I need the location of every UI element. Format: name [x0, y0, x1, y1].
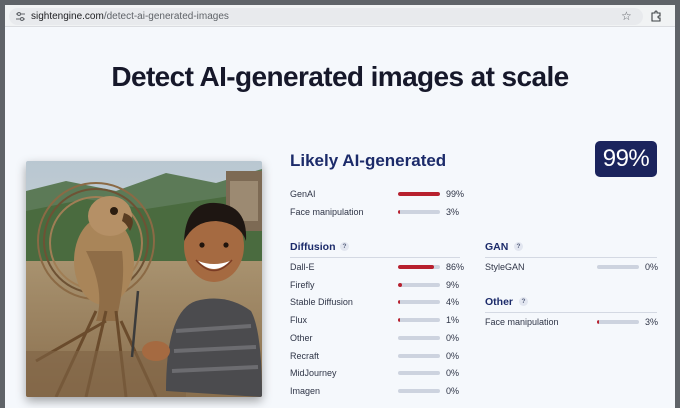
- star-icon[interactable]: ☆: [621, 9, 632, 24]
- score-row: StyleGAN 0%: [485, 261, 675, 273]
- score-row: Imagen 0%: [290, 385, 476, 397]
- url-text[interactable]: sightengine.com/detect-ai-generated-imag…: [31, 10, 229, 23]
- score-bar: [398, 318, 440, 323]
- section-title-other: Other: [485, 296, 514, 308]
- score-row-label: GenAI: [290, 189, 316, 199]
- score-bar-fill: [398, 265, 435, 269]
- score-bar: [398, 300, 440, 305]
- browser-toolbar: sightengine.com/detect-ai-generated-imag…: [5, 5, 675, 27]
- section-title-diffusion: Diffusion: [290, 241, 336, 253]
- score-row-percent: 0%: [446, 385, 460, 396]
- score-row-label: Firefly: [290, 279, 315, 290]
- score-row: GenAI 99%: [290, 188, 476, 200]
- score-bar: [398, 265, 440, 269]
- score-bar-fill: [398, 282, 402, 287]
- score-row: Recraft 0%: [290, 350, 476, 362]
- score-badge: 99%: [595, 141, 657, 177]
- divider: [485, 257, 657, 258]
- score-row-percent: 3%: [645, 317, 659, 327]
- score-row-label: Face manipulation: [290, 207, 364, 217]
- score-row-percent: 9%: [446, 279, 460, 290]
- score-row: MidJourney 0%: [290, 367, 476, 379]
- url-path: /detect-ai-generated-images: [103, 11, 229, 22]
- score-row-percent: 3%: [446, 207, 460, 217]
- score-bar-fill: [597, 320, 599, 324]
- gan-help-icon[interactable]: ?: [514, 242, 523, 251]
- score-row-label: Imagen: [290, 385, 321, 396]
- score-row-label: Face manipulation: [485, 317, 559, 327]
- score-bar-fill: [398, 318, 400, 323]
- score-row-label: MidJourney: [290, 368, 337, 379]
- score-row: Dall-E 86%: [290, 261, 476, 273]
- browser-window: sightengine.com/detect-ai-generated-imag…: [5, 5, 675, 408]
- score-row: Firefly 9%: [290, 279, 476, 291]
- score-row-percent: 0%: [446, 332, 460, 343]
- score-row-label: Dall-E: [290, 262, 315, 272]
- score-bar: [398, 353, 440, 358]
- score-bar: [597, 320, 639, 324]
- score-row: Face manipulation 3%: [290, 206, 476, 218]
- page-content: Detect AI-generated images at scale Like…: [5, 28, 675, 408]
- diffusion-help-icon[interactable]: ?: [340, 242, 349, 251]
- score-row-percent: 1%: [446, 315, 460, 326]
- score-bar: [398, 210, 440, 214]
- score-bar: [398, 371, 440, 376]
- other-help-icon[interactable]: ?: [519, 297, 528, 306]
- score-row: Stable Diffusion 4%: [290, 296, 476, 308]
- score-bar-fill: [398, 300, 400, 305]
- section-title-gan: GAN: [485, 241, 509, 253]
- url-domain: sightengine.com: [31, 11, 104, 22]
- score-bar: [398, 282, 440, 287]
- score-bar: [398, 192, 440, 196]
- score-row: Other 0%: [290, 332, 476, 344]
- puzzle-icon[interactable]: [650, 10, 662, 22]
- score-bar: [597, 265, 639, 269]
- score-row: Face manipulation 3%: [485, 316, 675, 328]
- score-row-label: Flux: [290, 315, 308, 326]
- tune-icon[interactable]: [15, 11, 26, 22]
- address-bar[interactable]: sightengine.com/detect-ai-generated-imag…: [9, 8, 643, 25]
- analyzed-image: [26, 161, 262, 397]
- score-row-percent: 86%: [446, 262, 465, 272]
- score-row-percent: 4%: [446, 297, 460, 308]
- score-row-label: Other: [290, 332, 313, 343]
- score-bar-fill: [398, 192, 440, 196]
- score-bar: [398, 335, 440, 340]
- score-row: Flux 1%: [290, 314, 476, 326]
- score-row-percent: 0%: [446, 368, 460, 379]
- score-row-label: Recraft: [290, 350, 320, 361]
- score-bar: [398, 388, 440, 393]
- page-title: Detect AI-generated images at scale: [111, 61, 569, 92]
- score-row-percent: 99%: [446, 189, 465, 199]
- score-bar-fill: [398, 210, 400, 214]
- score-row-label: StyleGAN: [485, 262, 525, 272]
- divider: [290, 257, 460, 258]
- divider: [485, 312, 657, 313]
- score-row-percent: 0%: [446, 350, 460, 361]
- score-row-label: Stable Diffusion: [290, 297, 353, 308]
- verdict-label: Likely AI-generated: [290, 151, 447, 170]
- score-row-percent: 0%: [645, 262, 659, 272]
